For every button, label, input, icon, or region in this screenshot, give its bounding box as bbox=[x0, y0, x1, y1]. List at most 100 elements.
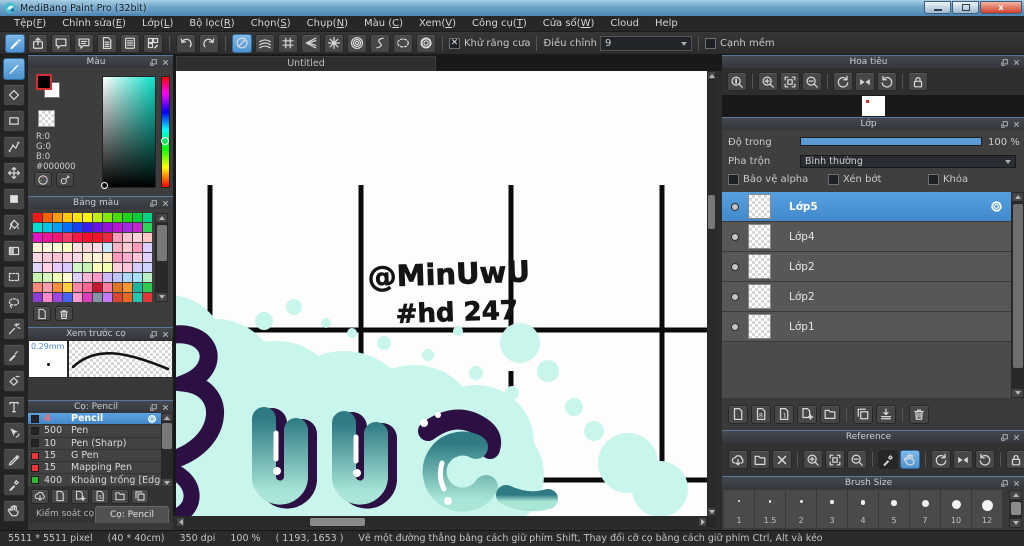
trash-button[interactable] bbox=[909, 404, 929, 424]
menu-item-9[interactable]: Cửa sổ(W) bbox=[535, 16, 603, 32]
grid-edit-button[interactable] bbox=[143, 33, 163, 53]
popout-icon[interactable] bbox=[149, 403, 158, 412]
brush-list-scrollbar[interactable] bbox=[161, 413, 173, 487]
layer-row[interactable]: Lớp1 bbox=[722, 312, 1011, 342]
palette-swatch[interactable] bbox=[133, 233, 142, 242]
minimize-button[interactable] bbox=[924, 1, 951, 14]
palette-swatch[interactable] bbox=[93, 293, 102, 302]
folder-button[interactable] bbox=[111, 488, 129, 504]
snap-radial-button[interactable] bbox=[324, 33, 344, 53]
layer-settings-button[interactable] bbox=[990, 200, 1003, 213]
close-icon[interactable] bbox=[1012, 479, 1021, 488]
rotate-cw-button[interactable] bbox=[975, 450, 995, 469]
popout-icon[interactable] bbox=[1000, 120, 1009, 129]
palette-swatch[interactable] bbox=[93, 233, 102, 242]
palette-swatch[interactable] bbox=[53, 243, 62, 252]
close-x-button[interactable] bbox=[772, 450, 792, 469]
layer-row[interactable]: Lớp5 bbox=[722, 192, 1011, 222]
maximize-button[interactable] bbox=[952, 1, 979, 14]
palette-swatch[interactable] bbox=[33, 233, 42, 242]
document-tab[interactable]: Untitled bbox=[176, 56, 436, 71]
palette-swatch[interactable] bbox=[63, 283, 72, 292]
palette-swatch[interactable] bbox=[43, 273, 52, 282]
palette-swatch[interactable] bbox=[43, 293, 52, 302]
palette-swatch[interactable] bbox=[43, 263, 52, 272]
folder-button[interactable] bbox=[750, 450, 770, 469]
polyline-button[interactable] bbox=[3, 136, 25, 158]
brush-item[interactable]: 15 G Pen bbox=[28, 449, 161, 463]
palette-swatch[interactable] bbox=[43, 283, 52, 292]
palette-swatch[interactable] bbox=[33, 213, 42, 222]
palette-swatch[interactable] bbox=[133, 293, 142, 302]
palette-wheel-button[interactable] bbox=[34, 172, 52, 187]
brush-size-cell[interactable]: 10 bbox=[941, 490, 972, 528]
palette-swatch[interactable] bbox=[53, 253, 62, 262]
palette-swatch[interactable] bbox=[143, 293, 152, 302]
palette-swatch[interactable] bbox=[63, 243, 72, 252]
menu-item-1[interactable]: Chỉnh sửa(E) bbox=[54, 16, 134, 32]
export-button[interactable] bbox=[28, 33, 48, 53]
document-button[interactable] bbox=[97, 33, 117, 53]
palette-swatch[interactable] bbox=[73, 223, 82, 232]
layer-visibility-toggle[interactable] bbox=[731, 232, 739, 241]
hand-button[interactable] bbox=[3, 500, 25, 522]
palette-swatch[interactable] bbox=[43, 213, 52, 222]
palette-swatch[interactable] bbox=[113, 213, 122, 222]
palette-swatch[interactable] bbox=[113, 223, 122, 232]
palette-swatch[interactable] bbox=[133, 253, 142, 262]
rotate-cw-button[interactable] bbox=[877, 72, 897, 91]
select-pen-button[interactable] bbox=[3, 344, 25, 366]
palette-swatch[interactable] bbox=[103, 293, 112, 302]
menu-item-3[interactable]: Bộ lọc(R) bbox=[181, 16, 242, 32]
comment-button[interactable] bbox=[51, 33, 71, 53]
brush-item[interactable]: 15 Mapping Pen bbox=[28, 462, 161, 475]
doc-add-button[interactable] bbox=[797, 404, 817, 424]
palette-swatch[interactable] bbox=[73, 283, 82, 292]
close-icon[interactable] bbox=[161, 199, 170, 208]
bucket-button[interactable] bbox=[3, 214, 25, 236]
palette-swatch[interactable] bbox=[33, 293, 42, 302]
palette-swatch[interactable] bbox=[53, 293, 62, 302]
palette-swatch[interactable] bbox=[113, 273, 122, 282]
palette-swatch[interactable] bbox=[133, 223, 142, 232]
palette-swatch[interactable] bbox=[53, 263, 62, 272]
palette-swatch[interactable] bbox=[43, 243, 52, 252]
hue-slider[interactable] bbox=[161, 76, 170, 188]
brush-button[interactable] bbox=[3, 58, 25, 80]
zoom-in-button[interactable] bbox=[803, 450, 823, 469]
palette-swatch[interactable] bbox=[73, 253, 82, 262]
eraser-button[interactable] bbox=[3, 84, 25, 106]
tab-brush-list[interactable]: Cọ: Pencil bbox=[95, 506, 169, 523]
palette-swatch[interactable] bbox=[123, 273, 132, 282]
palette-swatch[interactable] bbox=[33, 283, 42, 292]
palette-swatch[interactable] bbox=[133, 263, 142, 272]
palette-swatch[interactable] bbox=[83, 233, 92, 242]
gradient-button[interactable] bbox=[3, 240, 25, 262]
palette-swatch[interactable] bbox=[33, 263, 42, 272]
merge-button[interactable] bbox=[876, 404, 896, 424]
palette-swatch[interactable] bbox=[33, 253, 42, 262]
eyedropper-button[interactable] bbox=[3, 474, 25, 496]
palette-swatch[interactable] bbox=[83, 273, 92, 282]
palette-swatch[interactable] bbox=[83, 263, 92, 272]
palette-swatch[interactable] bbox=[53, 223, 62, 232]
tab-brush-control[interactable]: Kiểm soát cọ bbox=[36, 509, 94, 519]
palette-swatch[interactable] bbox=[83, 213, 92, 222]
menu-item-11[interactable]: Help bbox=[647, 16, 686, 32]
layer-visibility-toggle[interactable] bbox=[731, 262, 739, 271]
copy-button[interactable] bbox=[131, 488, 149, 504]
cloud-button[interactable] bbox=[728, 450, 748, 469]
menu-item-6[interactable]: Màu (C) bbox=[356, 16, 411, 32]
gear-button[interactable] bbox=[416, 33, 436, 53]
brush-size-cell[interactable]: 12 bbox=[972, 490, 1003, 528]
palette-swatch[interactable] bbox=[143, 213, 152, 222]
saturation-value-picker[interactable] bbox=[101, 76, 156, 189]
palette-swatch[interactable] bbox=[43, 253, 52, 262]
doc-1-button[interactable]: 1 bbox=[774, 404, 794, 424]
close-icon[interactable] bbox=[1012, 433, 1021, 442]
menu-item-2[interactable]: Lớp(L) bbox=[134, 16, 181, 32]
brush-item[interactable]: 400 Khoảng trống [Edge bbox=[28, 474, 161, 487]
palette-swatch[interactable] bbox=[43, 223, 52, 232]
zoom-actual-button[interactable] bbox=[727, 72, 747, 91]
popout-icon[interactable] bbox=[1000, 479, 1009, 488]
